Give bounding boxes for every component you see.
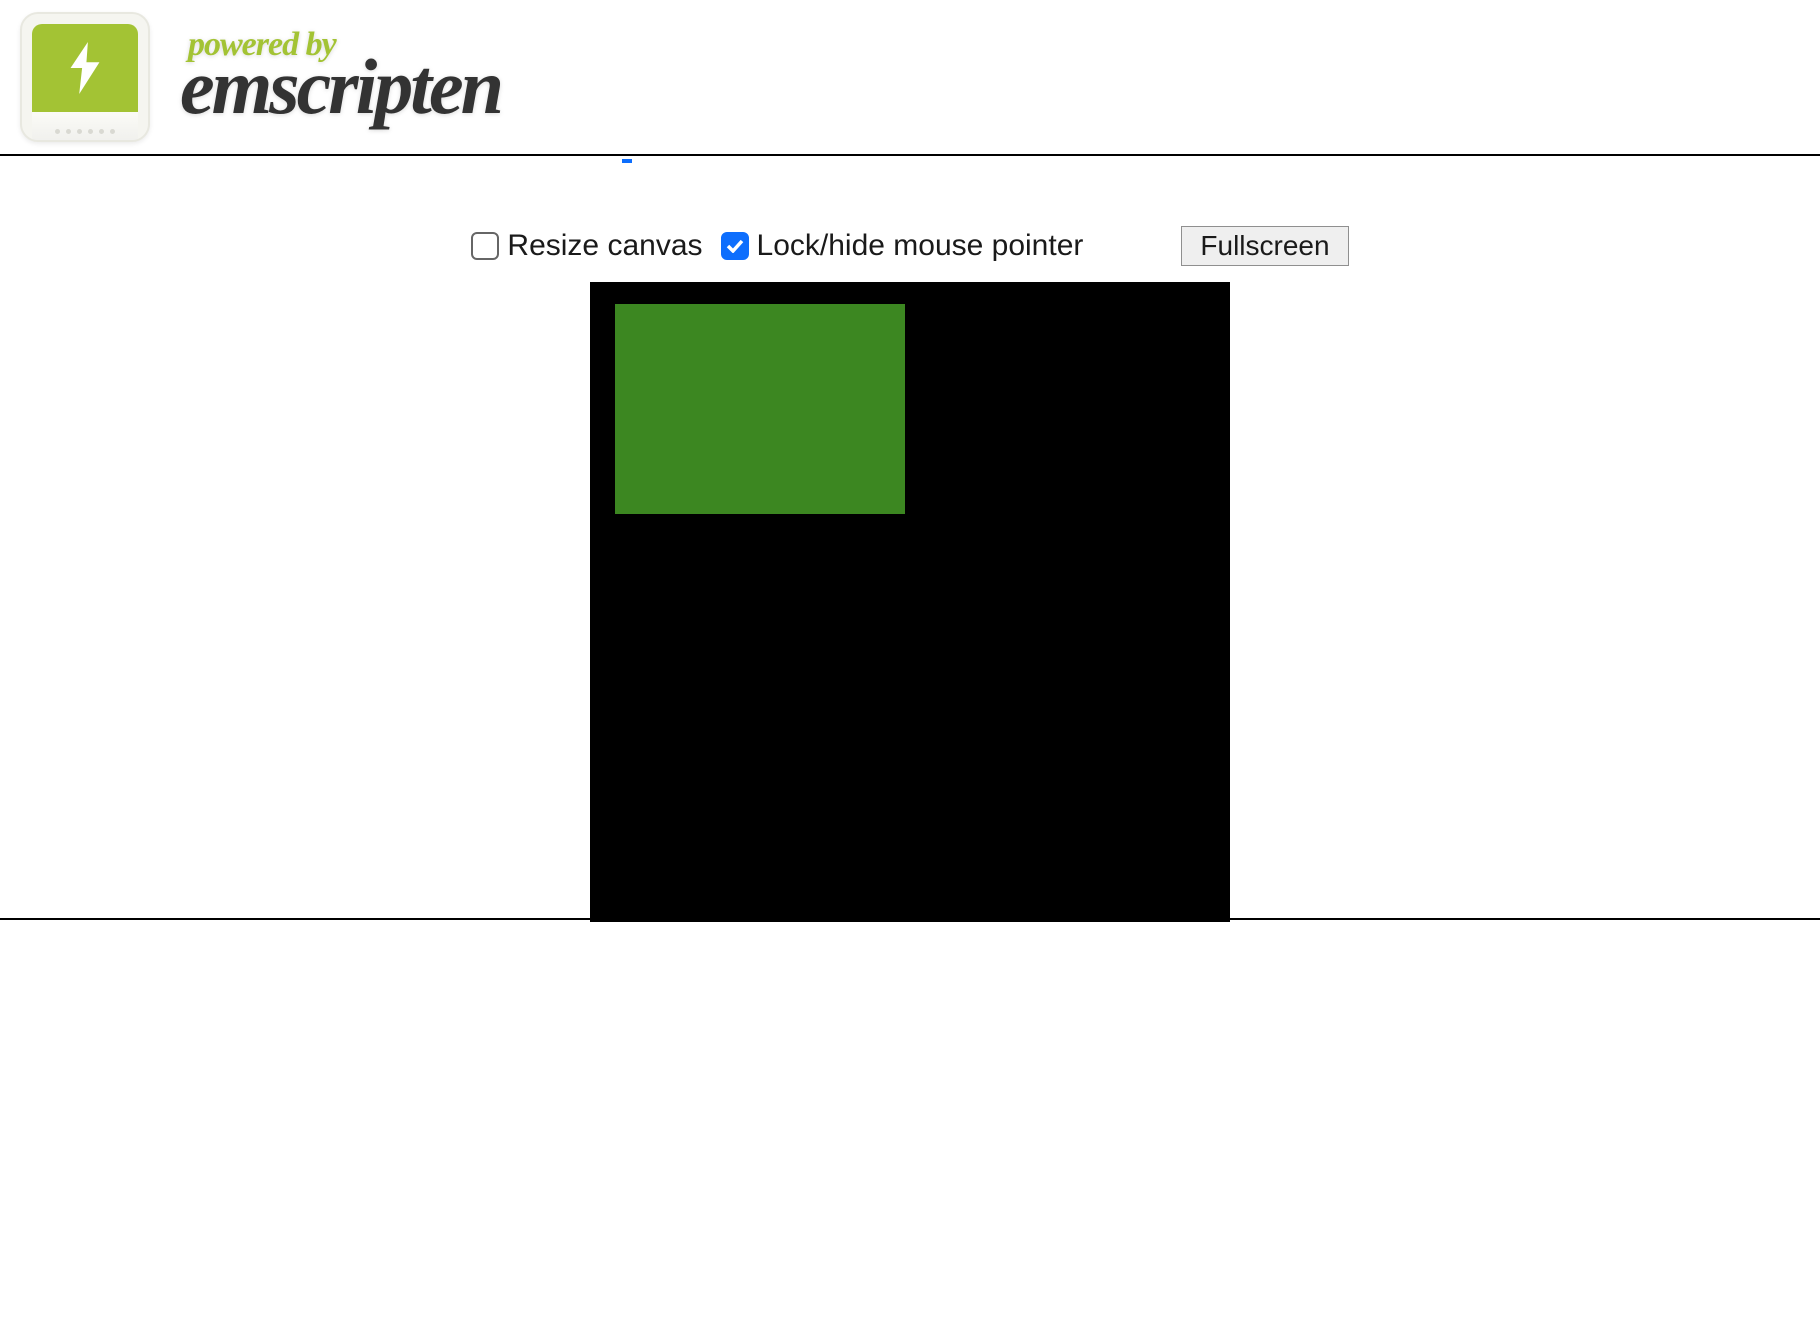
spinner-mark [622,159,632,163]
resize-label-text: Resize canvas [507,229,702,263]
lock-label-text: Lock/hide mouse pointer [757,229,1084,263]
lock-checkbox[interactable] [721,232,749,260]
bolt-icon [67,42,103,94]
check-icon [726,239,744,253]
emscripten-canvas[interactable] [590,282,1230,922]
canvas-green-rect [615,304,905,514]
controls-bar: Resize canvas Lock/hide mouse pointer Fu… [0,156,1820,282]
footer-divider [0,918,1820,920]
title: emscripten [180,48,501,126]
resize-checkbox-label[interactable]: Resize canvas [471,229,702,263]
emscripten-logo-text: powered by emscripten [170,18,517,136]
app-header: powered by emscripten [0,0,1820,154]
fullscreen-button[interactable]: Fullscreen [1181,226,1348,266]
lock-checkbox-label[interactable]: Lock/hide mouse pointer [721,229,1084,263]
emscripten-logo-icon [20,12,150,142]
resize-checkbox[interactable] [471,232,499,260]
